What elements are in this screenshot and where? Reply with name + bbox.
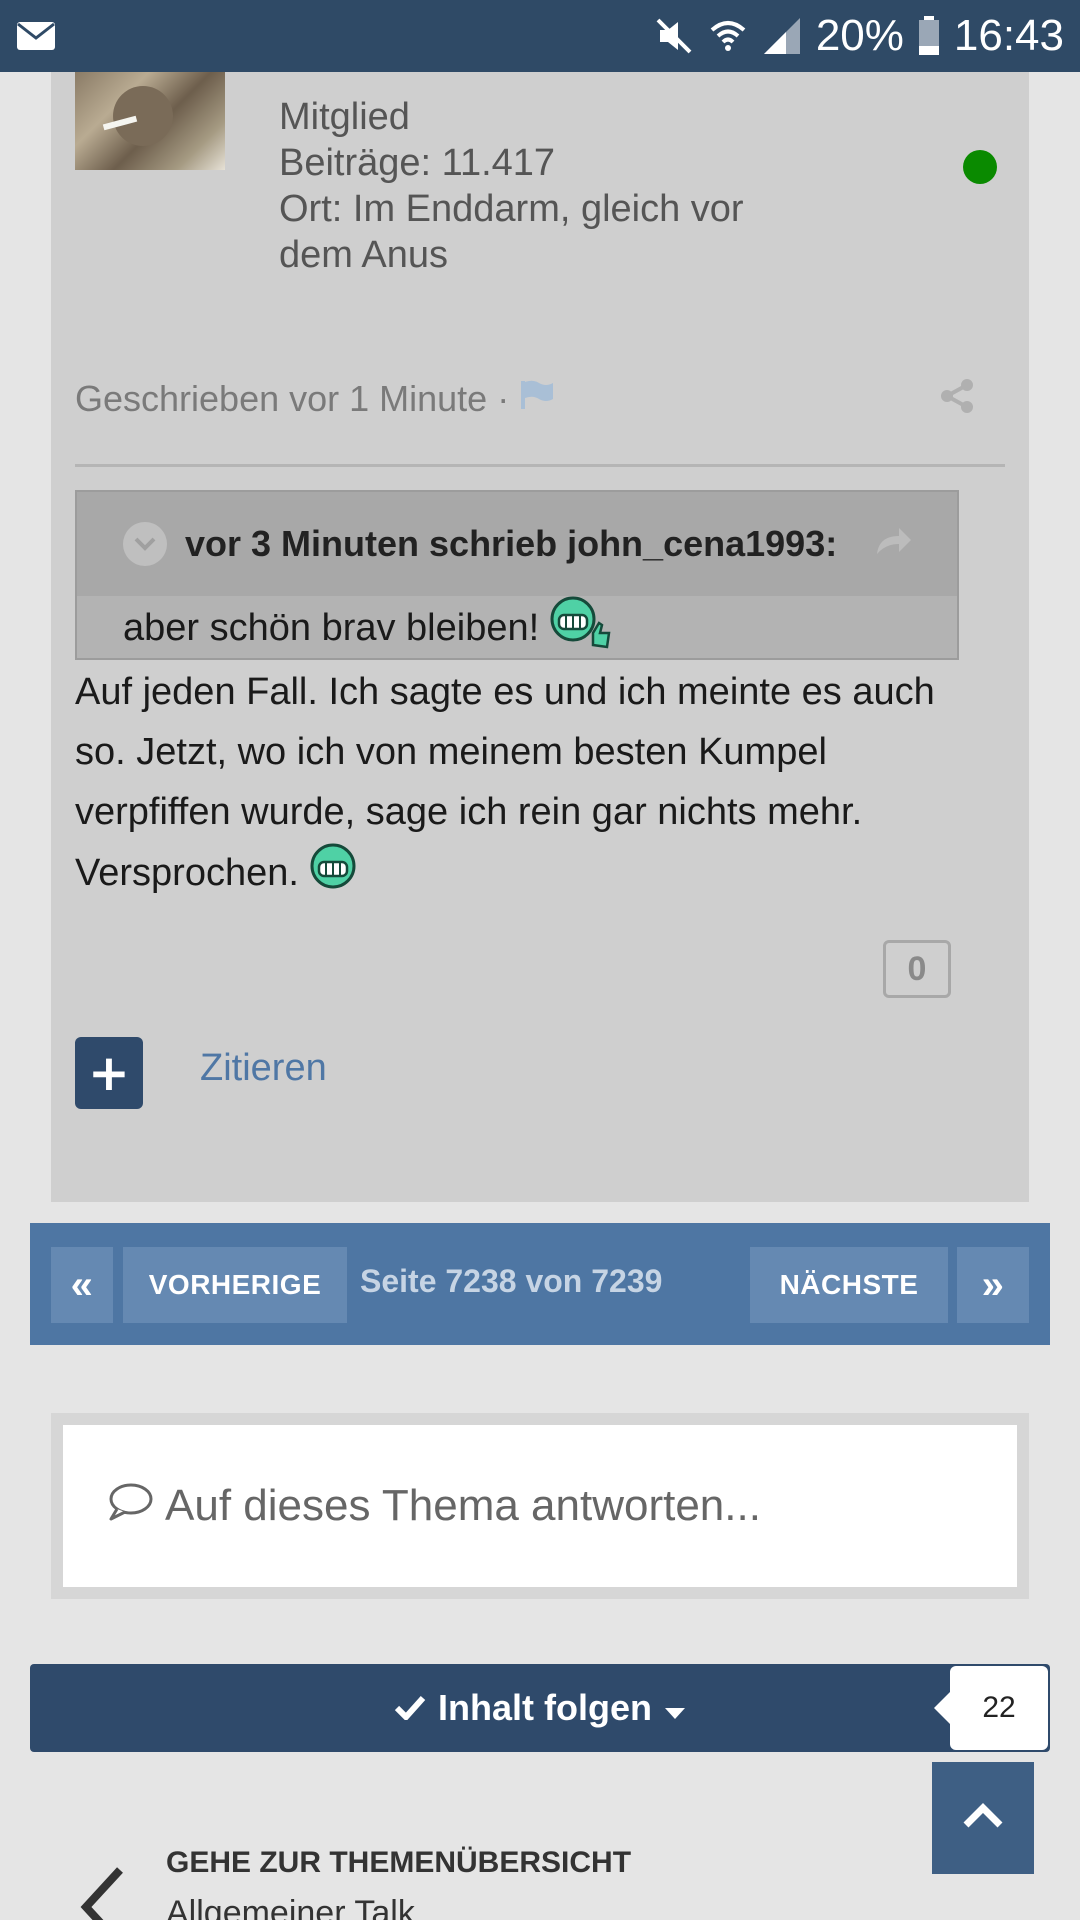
reply-placeholder: Auf dieses Thema antworten... <box>165 1481 761 1530</box>
chevron-down-icon[interactable] <box>123 522 167 566</box>
reputation-count: 0 <box>883 940 951 998</box>
caret-down-icon <box>664 1687 686 1729</box>
go-to-quote-icon[interactable] <box>873 524 913 560</box>
post-date: Geschrieben vor 1 Minute · <box>75 378 555 420</box>
quote-citation: vor 3 Minuten schrieb john_cena1993: <box>185 523 838 564</box>
reply-input[interactable]: Auf dieses Thema antworten... <box>63 1425 1017 1587</box>
post-card: Mitglied Beiträge: 11.417 Ort: Im Enddar… <box>51 72 1029 1202</box>
page-info[interactable]: Seite 7238 von 7239 <box>360 1263 740 1300</box>
chevron-up-icon <box>962 1803 1004 1833</box>
quote-text: aber schön brav bleiben! <box>123 606 540 649</box>
forum-name: Allgemeiner Talk <box>166 1894 415 1920</box>
mute-icon <box>654 16 694 56</box>
last-page-button[interactable]: » <box>957 1247 1029 1323</box>
mail-icon <box>16 21 56 51</box>
quote-body: aber schön brav bleiben! <box>77 596 957 660</box>
grin-thumbsup-smiley-icon <box>549 595 617 661</box>
post-text-line: verpfiffen wurde, sage ich rein gar nich… <box>75 791 863 833</box>
author-post-count: Beiträge: 11.417 <box>279 142 556 184</box>
grin-smiley-icon <box>309 842 357 908</box>
author-rank: Mitglied <box>279 96 410 138</box>
quote-block: vor 3 Minuten schrieb john_cena1993: abe… <box>75 490 959 660</box>
post-text-last-row: Versprochen. <box>75 842 995 908</box>
back-to-top-button[interactable] <box>932 1762 1034 1874</box>
battery-percent: 20% <box>815 11 904 60</box>
post-date-text: Geschrieben vor 1 Minute · <box>75 378 510 419</box>
pagination: « VORHERIGE Seite 7238 von 7239 NÄCHSTE … <box>30 1223 1050 1345</box>
post-body: Auf jeden Fall. Ich sagte es und ich mei… <box>75 662 995 908</box>
author-meta: Mitglied Beiträge: 11.417 Ort: Im Enddar… <box>279 94 744 278</box>
status-bar: 20% 16:43 <box>0 0 1080 72</box>
quote-header: vor 3 Minuten schrieb john_cena1993: <box>77 492 957 596</box>
report-flag-icon[interactable] <box>519 378 555 420</box>
chevron-left-icon <box>78 1862 128 1920</box>
speech-bubble-icon <box>107 1481 153 1532</box>
previous-page-button[interactable]: VORHERIGE <box>123 1247 347 1323</box>
follow-content-button[interactable]: Inhalt folgen <box>30 1664 1050 1752</box>
wifi-icon <box>708 16 748 56</box>
post-text-line: so. Jetzt, wo ich von meinem besten Kump… <box>75 731 827 773</box>
check-icon <box>394 1687 426 1729</box>
reply-area: Auf dieses Thema antworten... <box>51 1413 1029 1599</box>
battery-icon <box>918 16 940 56</box>
signal-icon <box>762 16 802 56</box>
goto-overview-label: GEHE ZUR THEMENÜBERSICHT <box>166 1846 632 1879</box>
follow-label: Inhalt folgen <box>438 1687 652 1728</box>
next-page-button[interactable]: NÄCHSTE <box>750 1247 948 1323</box>
author-location-cont: dem Anus <box>279 234 448 276</box>
online-status-indicator <box>963 150 997 184</box>
post-text-line: Auf jeden Fall. Ich sagte es und ich mei… <box>75 671 935 713</box>
divider <box>75 464 1005 467</box>
clock: 16:43 <box>953 11 1064 60</box>
follower-count: 22 <box>934 1666 1048 1750</box>
multiquote-button[interactable]: + <box>75 1037 143 1109</box>
share-icon[interactable] <box>939 378 975 418</box>
post-text-line: Versprochen. <box>75 852 299 895</box>
first-page-button[interactable]: « <box>51 1247 113 1323</box>
author-location: Ort: Im Enddarm, gleich vor <box>279 188 744 230</box>
quote-button[interactable]: Zitieren <box>200 1047 327 1090</box>
avatar[interactable] <box>75 72 225 170</box>
